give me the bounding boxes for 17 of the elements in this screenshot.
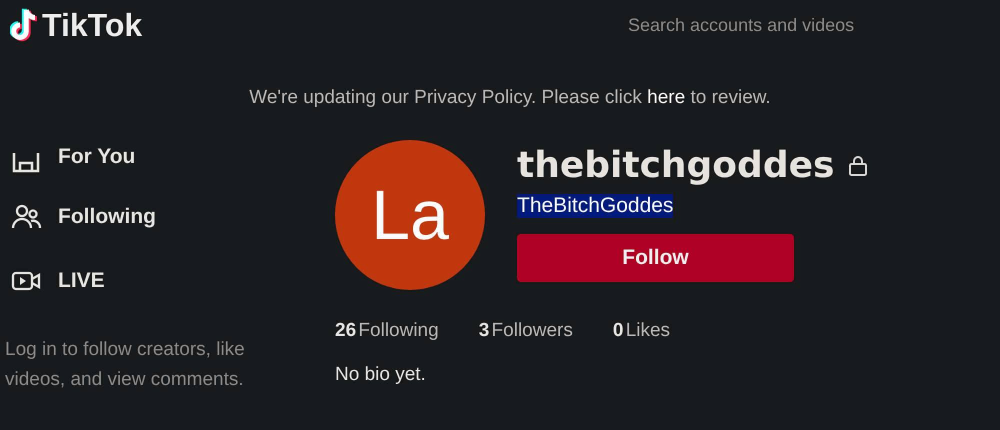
stat-count: 3 Followers bbox=[478, 320, 573, 342]
avatar: La bbox=[335, 140, 485, 290]
follow-button[interactable]: Follow bbox=[517, 234, 794, 282]
logo-text[interactable]: TikTok bbox=[42, 6, 142, 44]
tiktok-note-icon bbox=[10, 7, 40, 43]
username: thebitchgoddes bbox=[517, 145, 834, 186]
search-field[interactable]: Search accounts and videos bbox=[626, 14, 930, 36]
nav-item[interactable]: For You bbox=[10, 145, 330, 185]
bio: No bio yet. bbox=[335, 364, 427, 386]
nav-item[interactable]: LIVE bbox=[10, 249, 330, 313]
nav-item[interactable]: Following bbox=[10, 185, 330, 249]
privacy-notice: We're updating our Privacy Policy. Please click here to review. bbox=[249, 86, 771, 108]
login-prompt: Log in to follow creators, like videos, and view comments. bbox=[5, 338, 246, 392]
stat-count: 0 Likes bbox=[612, 320, 670, 342]
review-link[interactable]: here bbox=[647, 86, 686, 108]
nickname: TheBitchGoddes bbox=[517, 194, 674, 218]
stat-count: 26 Following bbox=[335, 320, 439, 342]
